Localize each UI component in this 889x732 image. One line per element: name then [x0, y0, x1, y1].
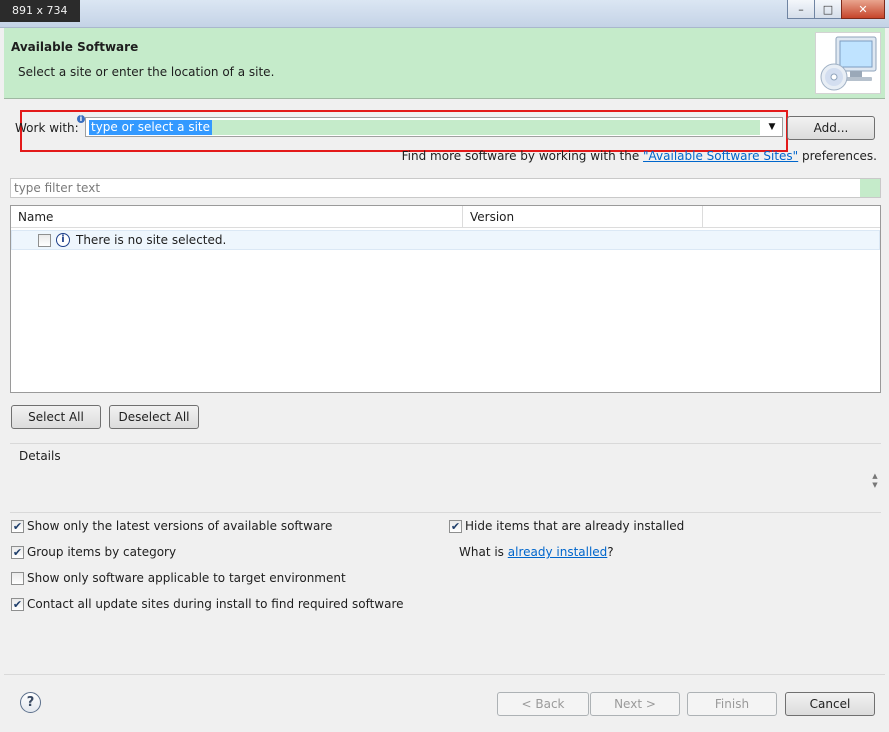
details-label: Details	[19, 449, 61, 463]
info-icon: i	[56, 233, 70, 247]
maximize-button[interactable]: □	[814, 0, 842, 19]
deselect-all-button[interactable]: Deselect All	[109, 405, 199, 429]
wizard-content: Work with: i type or select a site ▼ Add…	[4, 100, 885, 728]
find-more-prefix: Find more software by working with the	[401, 149, 644, 163]
target-environment-checkbox[interactable]	[11, 572, 24, 585]
column-header-name[interactable]: Name	[11, 206, 463, 228]
latest-versions-label: Show only the latest versions of availab…	[27, 519, 333, 533]
scroll-up-icon[interactable]: ▲	[869, 472, 881, 481]
work-with-label: Work with:	[15, 121, 79, 135]
group-by-category-label: Group items by category	[27, 545, 177, 559]
info-decoration-icon: i	[77, 115, 85, 123]
details-section: Details ▲ ▼	[10, 443, 881, 513]
close-window-button[interactable]: ✕	[841, 0, 885, 19]
monitor-cd-icon	[815, 32, 881, 94]
finish-button[interactable]: Finish	[687, 692, 777, 716]
row-checkbox[interactable]	[38, 234, 51, 247]
page-description: Select a site or enter the location of a…	[18, 65, 275, 79]
work-with-input-text[interactable]: type or select a site	[89, 120, 213, 135]
back-button[interactable]: < Back	[497, 692, 589, 716]
details-scrollbar[interactable]: ▲ ▼	[869, 472, 881, 492]
select-all-button[interactable]: Select All	[11, 405, 101, 429]
what-is-prefix: What is	[459, 545, 508, 559]
help-icon[interactable]: ?	[20, 692, 41, 713]
hide-installed-checkbox[interactable]: ✔	[449, 520, 462, 533]
software-table: Name Version i There is no site selected…	[10, 205, 881, 393]
table-header: Name Version	[11, 206, 880, 228]
available-software-sites-link[interactable]: "Available Software Sites"	[643, 149, 798, 163]
target-environment-label: Show only software applicable to target …	[27, 571, 346, 585]
add-site-button[interactable]: Add...	[787, 116, 875, 140]
dimensions-label: 891 x 734	[0, 0, 80, 22]
work-with-combo[interactable]: type or select a site ▼	[85, 117, 783, 137]
latest-versions-checkbox[interactable]: ✔	[11, 520, 24, 533]
row-name: There is no site selected.	[76, 233, 227, 247]
cancel-button[interactable]: Cancel	[785, 692, 875, 716]
window-titlebar: 891 x 734 – □ ✕	[0, 0, 889, 28]
minimize-button[interactable]: –	[787, 0, 815, 19]
what-is-installed-text: What is already installed?	[459, 545, 614, 559]
column-header-version[interactable]: Version	[463, 206, 703, 228]
scroll-down-icon[interactable]: ▼	[869, 481, 881, 490]
already-installed-link[interactable]: already installed	[508, 545, 608, 559]
table-row[interactable]: i There is no site selected.	[11, 230, 880, 250]
group-by-category-checkbox[interactable]: ✔	[11, 546, 24, 559]
footer-divider	[4, 674, 885, 675]
filter-input[interactable]: type filter text	[10, 178, 881, 198]
contact-sites-checkbox[interactable]: ✔	[11, 598, 24, 611]
what-is-suffix: ?	[607, 545, 614, 559]
wizard-header: Available Software Select a site or ente…	[4, 28, 885, 99]
contact-sites-label: Contact all update sites during install …	[27, 597, 404, 611]
find-more-text: Find more software by working with the "…	[402, 149, 877, 163]
find-more-suffix: preferences.	[798, 149, 877, 163]
hide-installed-label: Hide items that are already installed	[465, 519, 685, 533]
clear-filter-icon[interactable]	[860, 179, 880, 197]
chevron-down-icon[interactable]: ▼	[764, 120, 780, 135]
next-button[interactable]: Next >	[590, 692, 680, 716]
page-title: Available Software	[11, 40, 139, 54]
filter-placeholder: type filter text	[14, 181, 101, 195]
window-controls: – □ ✕	[787, 0, 885, 19]
